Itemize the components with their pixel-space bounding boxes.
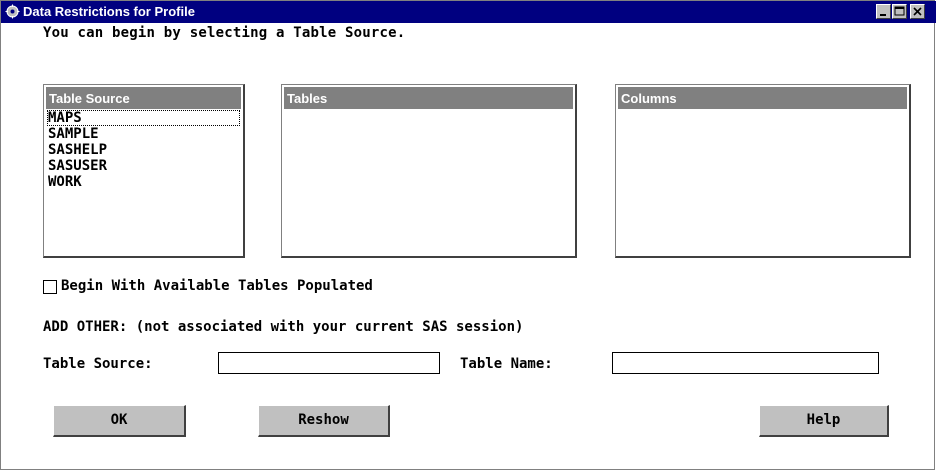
sas-window-icon[interactable] <box>5 4 20 19</box>
help-button[interactable]: Help <box>759 405 889 437</box>
list-item-sashelp[interactable]: SASHELP <box>47 142 240 158</box>
minimize-icon <box>880 14 886 16</box>
table-source-listbox[interactable]: Table Source MAPS SAMPLE SASHELP SASUSER… <box>43 84 245 258</box>
close-button[interactable] <box>910 4 925 19</box>
list-item-work[interactable]: WORK <box>47 174 240 190</box>
ok-button[interactable]: OK <box>53 405 186 437</box>
close-icon <box>913 7 922 16</box>
columns-listbox[interactable]: Columns <box>615 84 911 258</box>
list-item-sample[interactable]: SAMPLE <box>47 126 240 142</box>
table-source-input[interactable] <box>218 352 440 374</box>
list-item-maps[interactable]: MAPS <box>47 110 240 126</box>
title-bar[interactable]: Data Restrictions for Profile <box>1 1 936 23</box>
columns-header: Columns <box>618 87 907 109</box>
window-title: Data Restrictions for Profile <box>23 4 195 19</box>
table-source-header: Table Source <box>46 87 241 109</box>
minimize-button[interactable] <box>876 4 891 19</box>
maximize-icon <box>894 6 905 16</box>
tables-listbox[interactable]: Tables <box>281 84 577 258</box>
table-name-field-label: Table Name: <box>460 356 553 372</box>
add-other-label: ADD OTHER: (not associated with your cur… <box>43 319 524 335</box>
tables-header: Tables <box>284 87 573 109</box>
table-name-input[interactable] <box>612 352 879 374</box>
instruction-text: You can begin by selecting a Table Sourc… <box>43 25 406 41</box>
table-source-field-label: Table Source: <box>43 356 153 372</box>
populate-tables-checkbox[interactable] <box>43 280 57 294</box>
reshow-button[interactable]: Reshow <box>258 405 390 437</box>
list-item-sasuser[interactable]: SASUSER <box>47 158 240 174</box>
data-restrictions-dialog: Data Restrictions for Profile You can be… <box>0 0 936 470</box>
maximize-button[interactable] <box>892 4 907 19</box>
table-source-items: MAPS SAMPLE SASHELP SASUSER WORK <box>47 110 240 190</box>
populate-tables-label[interactable]: Begin With Available Tables Populated <box>61 278 373 294</box>
